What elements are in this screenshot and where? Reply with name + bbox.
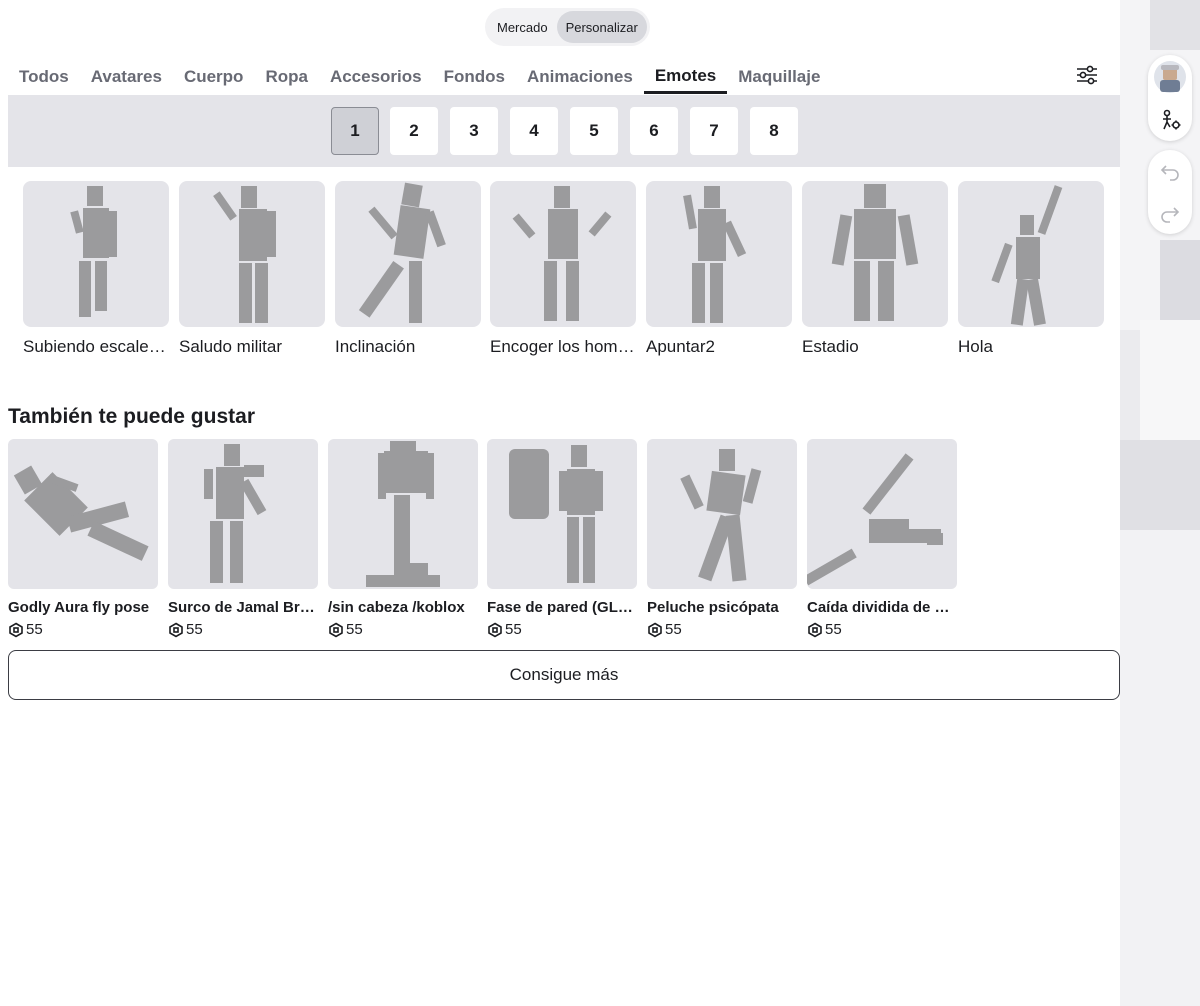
emote-name: Hola [958,337,993,356]
tab-emotes[interactable]: Emotes [643,60,728,94]
price-value: 55 [825,621,842,638]
robux-icon [329,622,343,637]
emote-thumbnail [646,181,792,327]
avatar-settings-button[interactable] [1148,99,1192,141]
page-button-6[interactable]: 6 [630,107,678,155]
recommendation-price: 55 [647,621,797,638]
robux-icon [648,622,662,637]
emote-card[interactable]: Saludo militar [179,181,325,357]
recommendation-thumbnail [8,439,158,589]
recommendation-thumbnail [647,439,797,589]
emote-thumbnail [958,181,1104,327]
recommendation-name: Surco de Jamal Brazil [168,599,318,616]
recommendation-name: /sin cabeza /koblox [328,599,465,616]
emote-card[interactable]: Estadio [802,181,948,357]
recommendation-price: 55 [487,621,637,638]
recommendation-card[interactable]: Peluche psicópata 55 [647,439,797,638]
get-more-button[interactable]: Consigue más [8,650,1120,700]
recommendation-price: 55 [807,621,957,638]
emote-thumbnail [179,181,325,327]
history-panel [1148,150,1192,234]
recommendation-name: Peluche psicópata [647,599,779,616]
mode-toggle: Mercado Personalizar [485,8,650,46]
tab-body[interactable]: Cuerpo [173,60,255,94]
recommendation-thumbnail [168,439,318,589]
recommendation-card[interactable]: /sin cabeza /koblox 55 [328,439,478,638]
robux-icon [169,622,183,637]
emote-name: Saludo militar [179,337,282,356]
page-button-8[interactable]: 8 [750,107,798,155]
category-tabs: Todos Avatares Cuerpo Ropa Accesorios Fo… [8,60,831,96]
redo-icon [1161,207,1180,223]
emote-slot-pager: 1 2 3 4 5 6 7 8 [8,95,1120,167]
customize-toggle[interactable]: Personalizar [556,11,647,43]
emote-name: Subiendo escaleras [23,337,169,356]
price-value: 55 [665,621,682,638]
tab-clothing[interactable]: Ropa [254,60,319,94]
emote-card[interactable]: Apuntar2 [646,181,792,357]
recommendation-price: 55 [168,621,318,638]
robux-icon [488,622,502,637]
marketplace-toggle[interactable]: Mercado [488,11,557,43]
avatar-settings-icon [1163,109,1181,130]
robux-icon [9,622,23,637]
page-button-3[interactable]: 3 [450,107,498,155]
emote-name: Estadio [802,337,859,356]
emote-card[interactable]: Inclinación [335,181,481,357]
tab-all[interactable]: Todos [8,60,80,94]
undo-button[interactable] [1148,150,1192,192]
emote-thumbnail [335,181,481,327]
recommendation-thumbnail [803,439,957,589]
price-value: 55 [346,621,363,638]
sliders-icon [1077,65,1097,85]
page-button-5[interactable]: 5 [570,107,618,155]
page-button-1[interactable]: 1 [331,107,379,155]
emote-card[interactable]: Hola [958,181,1104,357]
tab-makeup[interactable]: Maquillaje [727,60,831,94]
recommendation-price: 55 [328,621,478,638]
recommendation-name: Godly Aura fly pose [8,599,150,616]
tab-backgrounds[interactable]: Fondos [433,60,516,94]
tab-animations[interactable]: Animaciones [516,60,644,94]
robux-icon [808,622,822,637]
recommendation-card[interactable]: Godly Aura fly pose 55 [8,439,158,638]
emote-card[interactable]: Subiendo escaleras [23,181,169,357]
emote-name: Apuntar2 [646,337,715,356]
recommendation-price: 55 [8,621,158,638]
emote-thumbnail [490,181,636,327]
avatar-icon [1154,61,1186,93]
emote-thumbnail [802,181,948,327]
recommendation-name: Fase de pared (GLITCH) [487,599,637,616]
page-button-7[interactable]: 7 [690,107,738,155]
redo-button[interactable] [1148,192,1192,234]
price-value: 55 [186,621,203,638]
recommendation-name: Caída dividida de arriba [807,599,957,616]
filter-button[interactable] [1074,62,1100,88]
emote-thumbnail [23,181,169,327]
emote-name: Encoger los hombros [490,337,636,356]
price-value: 55 [505,621,522,638]
tab-avatars[interactable]: Avatares [80,60,173,94]
recommendation-card[interactable]: Caída dividida de arriba 55 [803,439,957,638]
recommendation-card[interactable]: Surco de Jamal Brazil 55 [168,439,318,638]
recommendation-thumbnail [487,439,637,589]
price-value: 55 [26,621,43,638]
recommendation-card[interactable]: Fase de pared (GLITCH) 55 [487,439,637,638]
undo-icon [1160,165,1179,181]
avatar-tools-panel [1148,55,1192,141]
tab-accessories[interactable]: Accesorios [319,60,433,94]
emote-card[interactable]: Encoger los hombros [490,181,636,357]
avatar-button[interactable] [1148,55,1192,99]
page-button-2[interactable]: 2 [390,107,438,155]
emote-name: Inclinación [335,337,416,356]
recommendations-title: También te puede gustar [8,405,255,428]
recommendation-thumbnail [328,439,478,589]
page-button-4[interactable]: 4 [510,107,558,155]
